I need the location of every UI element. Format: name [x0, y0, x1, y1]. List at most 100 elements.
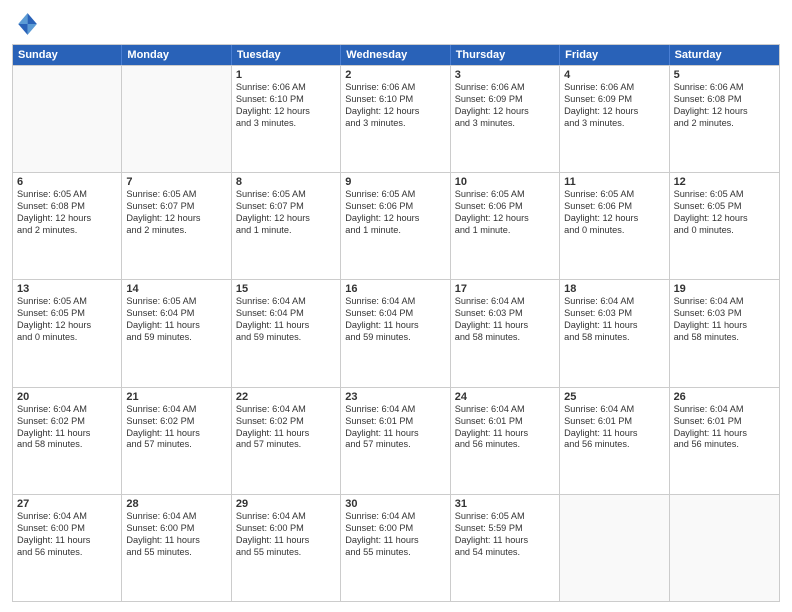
- cell-line: Daylight: 12 hours: [345, 213, 445, 225]
- cal-day-21: 21Sunrise: 6:04 AMSunset: 6:02 PMDayligh…: [122, 388, 231, 494]
- day-number: 27: [17, 498, 117, 510]
- cal-day-11: 11Sunrise: 6:05 AMSunset: 6:06 PMDayligh…: [560, 173, 669, 279]
- day-number: 13: [17, 283, 117, 295]
- cell-line: Sunrise: 6:04 AM: [564, 296, 664, 308]
- cell-line: Daylight: 11 hours: [126, 320, 226, 332]
- day-number: 21: [126, 391, 226, 403]
- cell-line: Sunset: 6:07 PM: [236, 201, 336, 213]
- cell-line: Sunrise: 6:05 AM: [674, 189, 775, 201]
- day-number: 29: [236, 498, 336, 510]
- cell-line: and 2 minutes.: [17, 225, 117, 237]
- cell-line: and 58 minutes.: [455, 332, 555, 344]
- cell-line: Sunrise: 6:05 AM: [455, 189, 555, 201]
- day-number: 5: [674, 69, 775, 81]
- cal-day-10: 10Sunrise: 6:05 AMSunset: 6:06 PMDayligh…: [451, 173, 560, 279]
- day-number: 20: [17, 391, 117, 403]
- day-number: 24: [455, 391, 555, 403]
- cell-line: Daylight: 11 hours: [345, 320, 445, 332]
- cell-line: Daylight: 12 hours: [455, 213, 555, 225]
- cell-line: Sunrise: 6:04 AM: [126, 404, 226, 416]
- cell-line: and 59 minutes.: [126, 332, 226, 344]
- day-number: 31: [455, 498, 555, 510]
- cell-line: and 55 minutes.: [126, 547, 226, 559]
- day-number: 12: [674, 176, 775, 188]
- cell-line: Sunrise: 6:06 AM: [345, 82, 445, 94]
- cal-day-26: 26Sunrise: 6:04 AMSunset: 6:01 PMDayligh…: [670, 388, 779, 494]
- cal-day-3: 3Sunrise: 6:06 AMSunset: 6:09 PMDaylight…: [451, 66, 560, 172]
- cell-line: and 3 minutes.: [455, 118, 555, 130]
- cell-line: and 58 minutes.: [17, 439, 117, 451]
- cell-line: Daylight: 11 hours: [345, 535, 445, 547]
- cell-line: Sunset: 6:10 PM: [345, 94, 445, 106]
- cell-line: Sunset: 6:00 PM: [236, 523, 336, 535]
- day-number: 19: [674, 283, 775, 295]
- cell-line: and 3 minutes.: [345, 118, 445, 130]
- cell-line: and 0 minutes.: [17, 332, 117, 344]
- cell-line: Sunset: 6:04 PM: [236, 308, 336, 320]
- cell-line: Sunrise: 6:06 AM: [236, 82, 336, 94]
- day-number: 10: [455, 176, 555, 188]
- cal-header-monday: Monday: [122, 45, 231, 65]
- cell-line: Sunrise: 6:04 AM: [674, 404, 775, 416]
- day-number: 7: [126, 176, 226, 188]
- cell-line: Daylight: 12 hours: [674, 106, 775, 118]
- cell-line: Daylight: 11 hours: [345, 428, 445, 440]
- cell-line: Daylight: 11 hours: [236, 428, 336, 440]
- cal-day-17: 17Sunrise: 6:04 AMSunset: 6:03 PMDayligh…: [451, 280, 560, 386]
- cal-day-28: 28Sunrise: 6:04 AMSunset: 6:00 PMDayligh…: [122, 495, 231, 601]
- cell-line: Sunrise: 6:05 AM: [126, 296, 226, 308]
- cell-line: Sunset: 6:01 PM: [564, 416, 664, 428]
- day-number: 2: [345, 69, 445, 81]
- cell-line: Daylight: 11 hours: [17, 535, 117, 547]
- cal-day-23: 23Sunrise: 6:04 AMSunset: 6:01 PMDayligh…: [341, 388, 450, 494]
- cal-day-8: 8Sunrise: 6:05 AMSunset: 6:07 PMDaylight…: [232, 173, 341, 279]
- day-number: 16: [345, 283, 445, 295]
- cell-line: Sunrise: 6:04 AM: [236, 511, 336, 523]
- cell-line: Sunrise: 6:05 AM: [126, 189, 226, 201]
- cell-line: Sunrise: 6:04 AM: [455, 296, 555, 308]
- cell-line: Sunset: 6:04 PM: [345, 308, 445, 320]
- cell-line: Daylight: 12 hours: [17, 320, 117, 332]
- cell-line: Daylight: 11 hours: [236, 535, 336, 547]
- page: SundayMondayTuesdayWednesdayThursdayFrid…: [0, 0, 792, 612]
- cal-day-30: 30Sunrise: 6:04 AMSunset: 6:00 PMDayligh…: [341, 495, 450, 601]
- cal-cell-empty: [122, 66, 231, 172]
- day-number: 11: [564, 176, 664, 188]
- cal-day-9: 9Sunrise: 6:05 AMSunset: 6:06 PMDaylight…: [341, 173, 450, 279]
- cell-line: and 59 minutes.: [345, 332, 445, 344]
- header: [12, 10, 780, 38]
- day-number: 26: [674, 391, 775, 403]
- cal-day-31: 31Sunrise: 6:05 AMSunset: 5:59 PMDayligh…: [451, 495, 560, 601]
- cell-line: Sunrise: 6:06 AM: [674, 82, 775, 94]
- day-number: 3: [455, 69, 555, 81]
- calendar: SundayMondayTuesdayWednesdayThursdayFrid…: [12, 44, 780, 602]
- cell-line: Daylight: 11 hours: [674, 428, 775, 440]
- cal-day-13: 13Sunrise: 6:05 AMSunset: 6:05 PMDayligh…: [13, 280, 122, 386]
- cal-week-2: 6Sunrise: 6:05 AMSunset: 6:08 PMDaylight…: [13, 172, 779, 279]
- cal-day-20: 20Sunrise: 6:04 AMSunset: 6:02 PMDayligh…: [13, 388, 122, 494]
- cell-line: Sunset: 6:01 PM: [345, 416, 445, 428]
- cell-line: Sunset: 6:09 PM: [564, 94, 664, 106]
- cell-line: Sunrise: 6:04 AM: [236, 404, 336, 416]
- cell-line: Sunset: 6:00 PM: [17, 523, 117, 535]
- day-number: 6: [17, 176, 117, 188]
- cell-line: and 54 minutes.: [455, 547, 555, 559]
- cell-line: and 1 minute.: [236, 225, 336, 237]
- calendar-body: 1Sunrise: 6:06 AMSunset: 6:10 PMDaylight…: [13, 65, 779, 601]
- cal-day-14: 14Sunrise: 6:05 AMSunset: 6:04 PMDayligh…: [122, 280, 231, 386]
- calendar-header-row: SundayMondayTuesdayWednesdayThursdayFrid…: [13, 45, 779, 65]
- cell-line: Sunrise: 6:04 AM: [17, 404, 117, 416]
- cal-day-2: 2Sunrise: 6:06 AMSunset: 6:10 PMDaylight…: [341, 66, 450, 172]
- day-number: 17: [455, 283, 555, 295]
- cal-day-4: 4Sunrise: 6:06 AMSunset: 6:09 PMDaylight…: [560, 66, 669, 172]
- cal-day-12: 12Sunrise: 6:05 AMSunset: 6:05 PMDayligh…: [670, 173, 779, 279]
- cell-line: Daylight: 12 hours: [126, 213, 226, 225]
- cell-line: Daylight: 12 hours: [17, 213, 117, 225]
- cell-line: and 1 minute.: [345, 225, 445, 237]
- cell-line: Daylight: 12 hours: [345, 106, 445, 118]
- cell-line: Sunrise: 6:04 AM: [17, 511, 117, 523]
- day-number: 23: [345, 391, 445, 403]
- cal-day-7: 7Sunrise: 6:05 AMSunset: 6:07 PMDaylight…: [122, 173, 231, 279]
- cell-line: Daylight: 11 hours: [564, 320, 664, 332]
- cell-line: Sunrise: 6:04 AM: [455, 404, 555, 416]
